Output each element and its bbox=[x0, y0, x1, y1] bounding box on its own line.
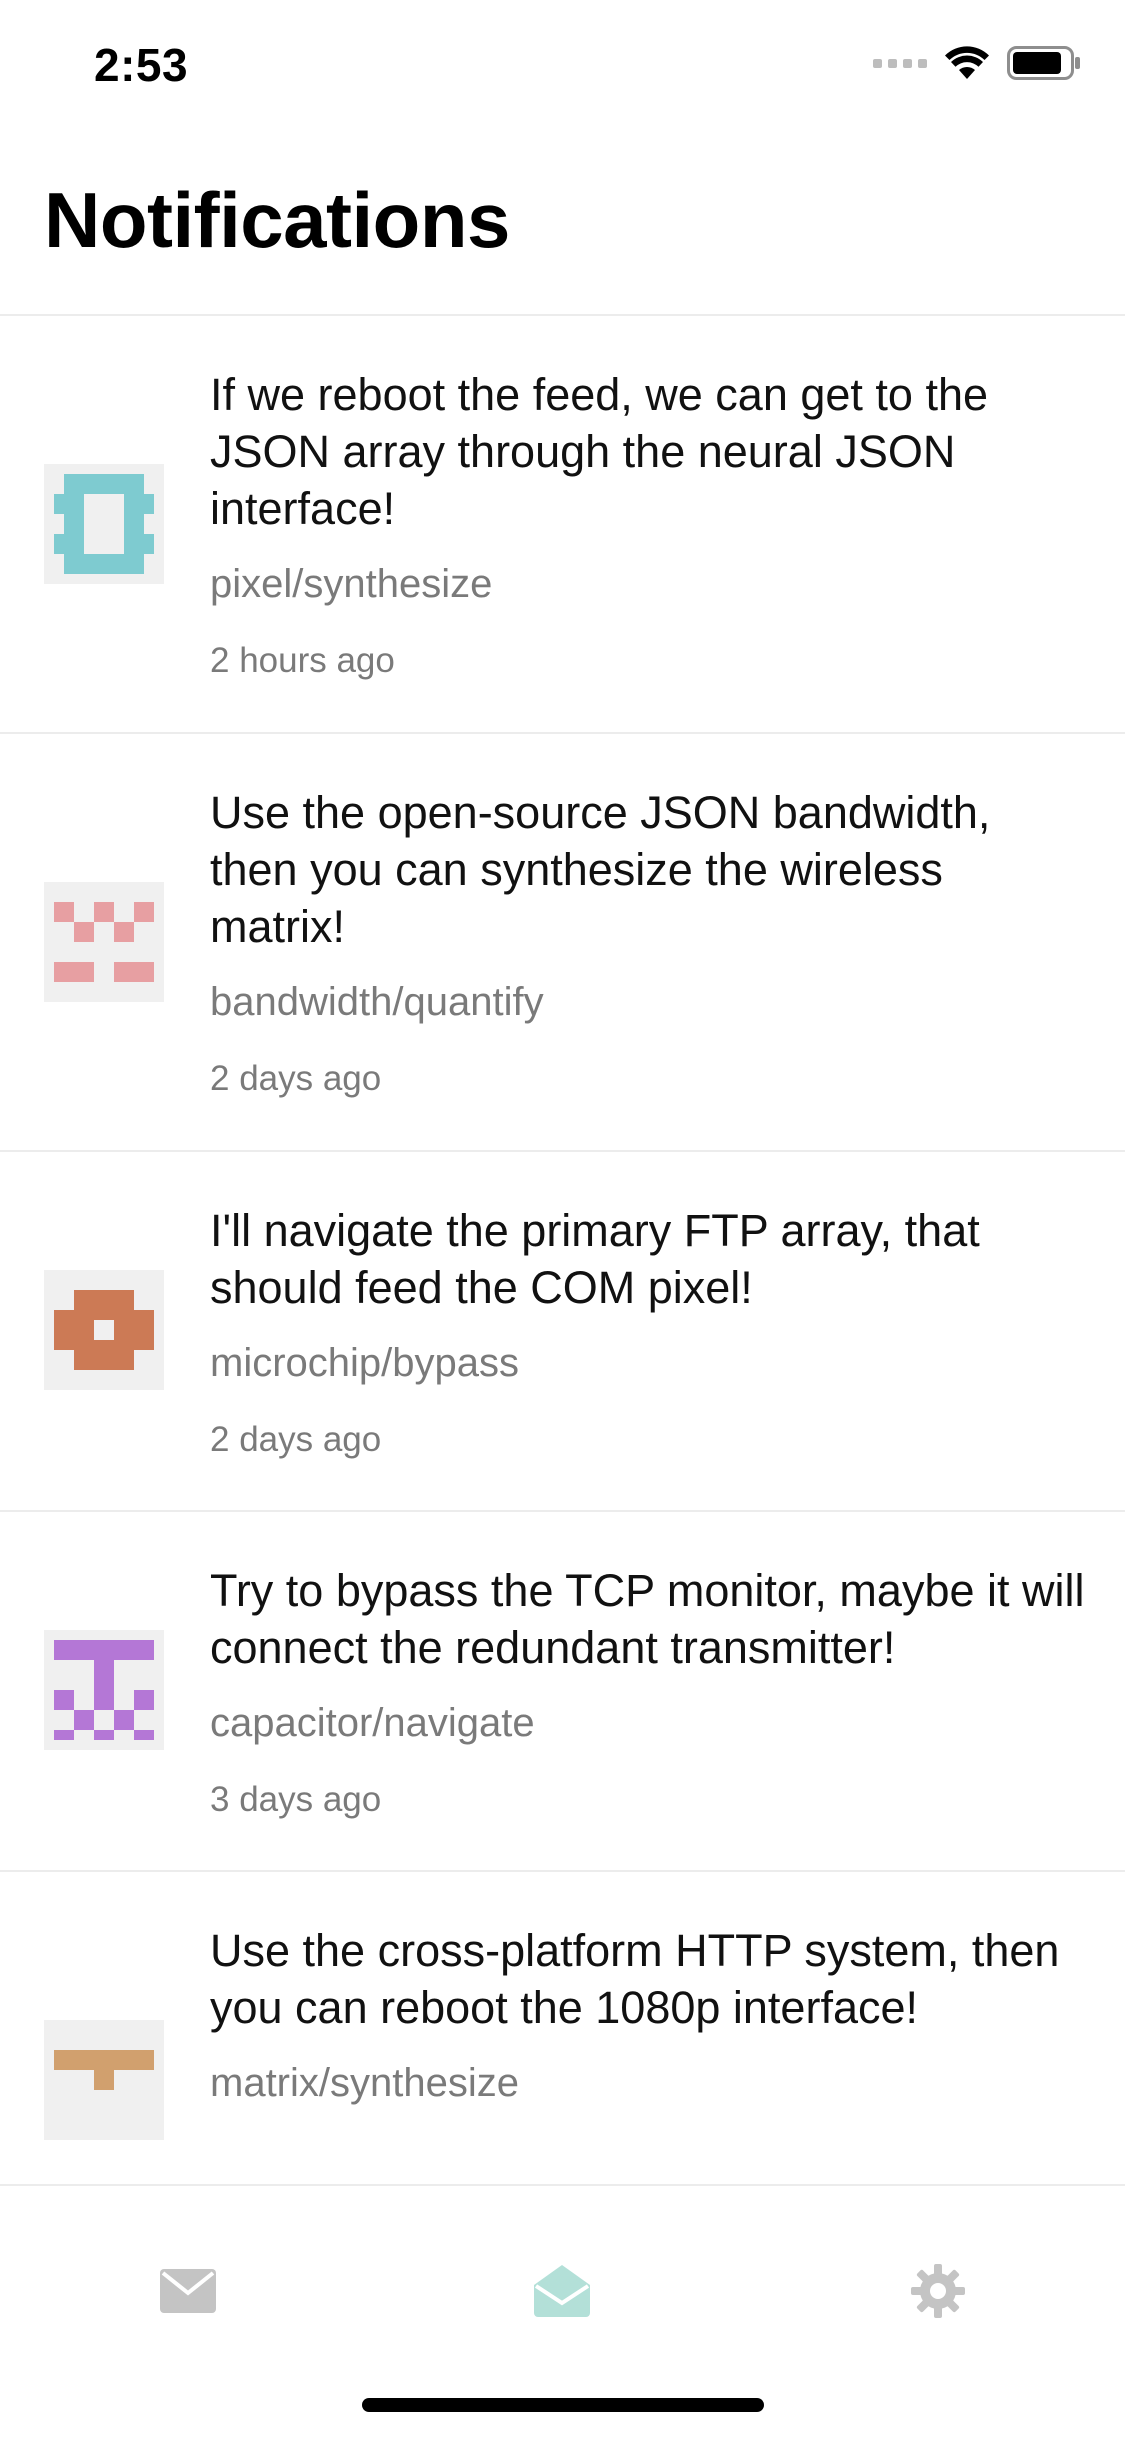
gear-icon bbox=[911, 2264, 965, 2318]
list-item[interactable]: Use the open-source JSON bandwidth, then… bbox=[0, 734, 1125, 1152]
status-icons bbox=[873, 46, 1081, 80]
list-item[interactable]: Use the cross-platform HTTP system, then… bbox=[0, 1872, 1125, 2186]
notification-path: bandwidth/quantify bbox=[210, 980, 544, 1024]
status-time: 2:53 bbox=[94, 39, 189, 91]
home-indicator[interactable] bbox=[362, 2398, 764, 2412]
mail-icon bbox=[160, 2269, 216, 2313]
notification-message: Try to bypass the TCP monitor, maybe it … bbox=[210, 1565, 1085, 1673]
notification-path: pixel/synthesize bbox=[210, 562, 493, 606]
avatar bbox=[44, 1270, 164, 1390]
avatar bbox=[44, 2020, 164, 2140]
notification-message: If we reboot the feed, we can get to the… bbox=[210, 369, 989, 534]
notification-path: capacitor/navigate bbox=[210, 1701, 535, 1745]
list-item[interactable]: If we reboot the feed, we can get to the… bbox=[0, 316, 1125, 734]
list-item[interactable]: Try to bypass the TCP monitor, maybe it … bbox=[0, 1512, 1125, 1872]
notification-message: Use the cross-platform HTTP system, then… bbox=[210, 1925, 1060, 2033]
open-mail-icon bbox=[534, 2265, 590, 2317]
notification-path: matrix/synthesize bbox=[210, 2061, 519, 2105]
tab-settings[interactable] bbox=[898, 2256, 978, 2326]
notification-path: microchip/bypass bbox=[210, 1341, 520, 1385]
notification-message: Use the open-source JSON bandwidth, then… bbox=[210, 787, 991, 952]
notification-list[interactable]: If we reboot the feed, we can get to the… bbox=[0, 314, 1125, 2186]
cellular-signal-icon bbox=[873, 58, 927, 68]
status-bar: 2:53 bbox=[0, 0, 1125, 132]
tab-mail[interactable] bbox=[148, 2256, 228, 2326]
wifi-icon bbox=[945, 46, 989, 79]
list-item[interactable]: I'll navigate the primary FTP array, tha… bbox=[0, 1152, 1125, 1512]
notification-time: 2 hours ago bbox=[210, 641, 395, 680]
tab-inbox[interactable] bbox=[522, 2256, 602, 2326]
battery-icon bbox=[1007, 46, 1080, 80]
avatar bbox=[44, 882, 164, 1002]
notification-time: 2 days ago bbox=[210, 1059, 382, 1098]
notification-time: 3 days ago bbox=[210, 1780, 382, 1819]
avatar bbox=[44, 464, 164, 584]
notification-time: 2 days ago bbox=[210, 1420, 382, 1459]
page-title: Notifications bbox=[44, 176, 510, 264]
notification-message: I'll navigate the primary FTP array, tha… bbox=[210, 1205, 980, 1313]
avatar bbox=[44, 1630, 164, 1750]
